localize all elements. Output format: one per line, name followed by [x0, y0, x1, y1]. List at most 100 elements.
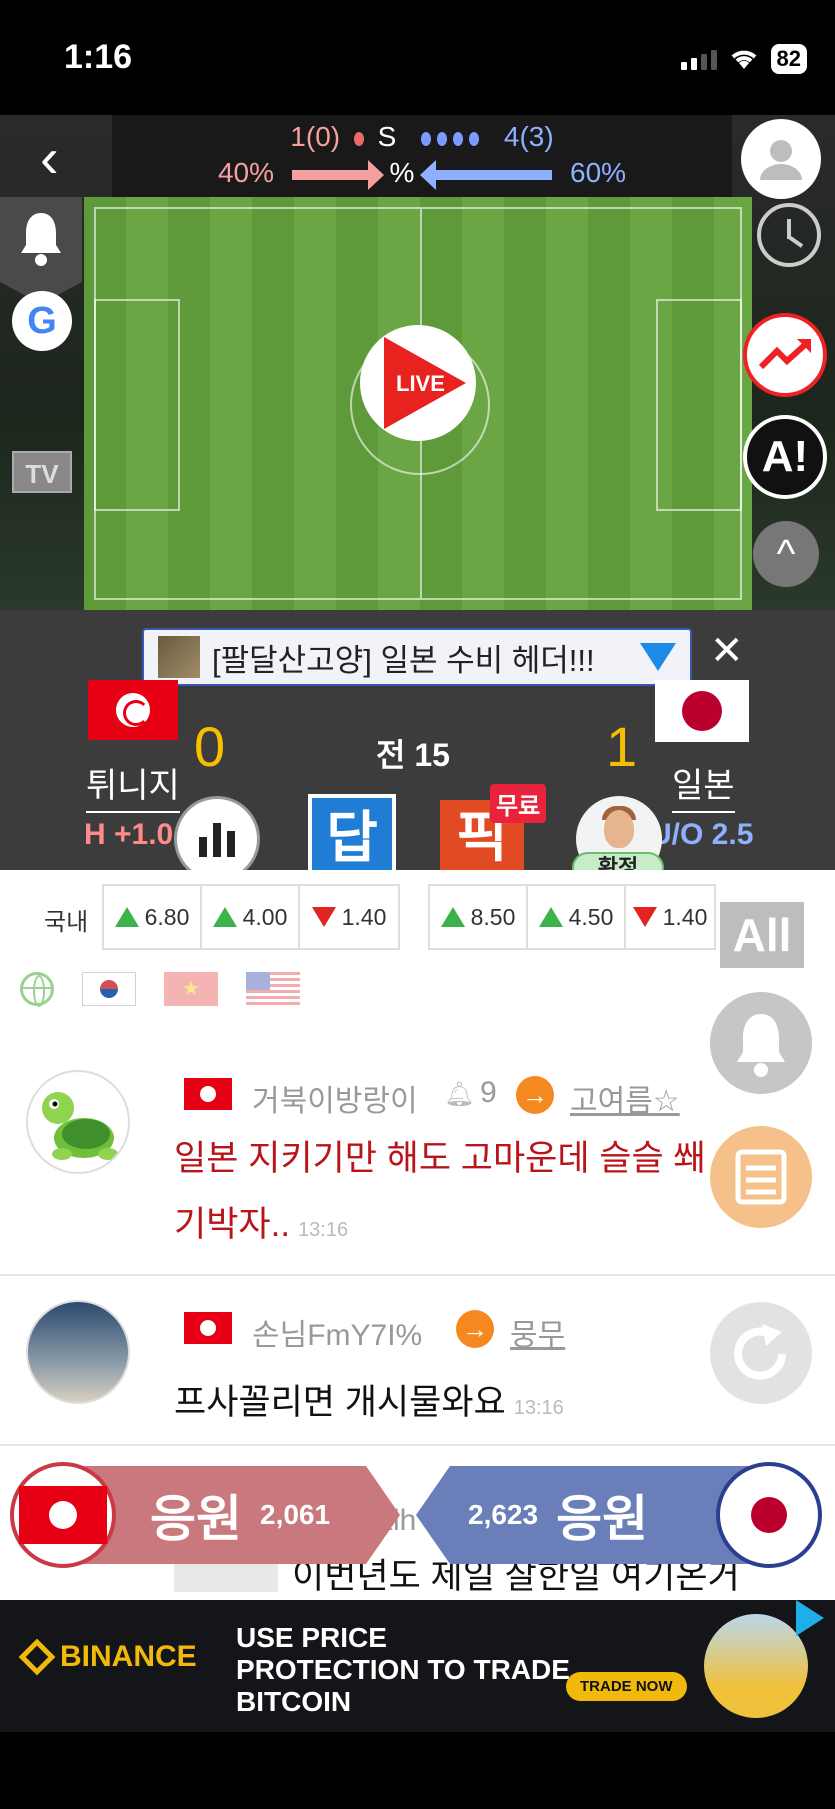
reply-arrow-icon: → — [456, 1310, 494, 1348]
odds-value: 8.50 — [470, 903, 516, 930]
match-stats-strip: 1(0) S 4(3) 40% % 60% — [112, 115, 732, 197]
all-button[interactable]: All — [720, 902, 804, 968]
avatar[interactable] — [26, 1300, 130, 1404]
away-cheer-flag[interactable] — [716, 1462, 822, 1568]
ad-headline: USE PRICE PROTECTION TO TRADE BITCOIN — [236, 1622, 570, 1717]
home-cheer-label: 응원 — [150, 1491, 242, 1547]
soccer-pitch: LIVE — [84, 197, 752, 610]
chevron-down-icon[interactable] — [640, 643, 676, 671]
away-possession: 60% — [570, 157, 627, 188]
match-panel: [팔달산고양] 일본 수비 헤더!!! ✕ 0 전 15 1 튀니지 일본 H … — [0, 610, 835, 884]
away-team-flag — [655, 680, 749, 742]
arrow-up-icon — [538, 907, 563, 927]
battery-indicator: 82 — [770, 44, 807, 74]
cheer-bar: 응원 2,061 2,623 응원 — [0, 1458, 835, 1570]
ticker-thumbnail — [158, 636, 200, 678]
ticker-text: [팔달산고양] 일본 수비 헤더!!! — [212, 642, 595, 678]
status-bar: 1:16 82 — [0, 0, 835, 115]
comment-author[interactable]: 손님FmY7I% — [252, 1310, 422, 1354]
away-team-name[interactable]: 일본 — [672, 758, 735, 813]
usa-flag-filter[interactable] — [246, 972, 300, 1006]
odds-cell[interactable]: 1.40 — [626, 886, 714, 948]
odds-cell[interactable]: 4.00 — [202, 886, 300, 948]
live-label: LIVE — [396, 371, 445, 396]
memo-fab[interactable] — [710, 1126, 812, 1228]
home-cheer-count: 2,061 — [260, 1499, 331, 1530]
ai-button[interactable]: A! — [743, 415, 827, 499]
ad-brand: BINANCE — [60, 1640, 197, 1673]
reply-arrow-icon: → — [516, 1076, 554, 1114]
home-team-name[interactable]: 튀니지 — [86, 758, 180, 813]
profile-avatar-button[interactable] — [741, 119, 821, 199]
away-score: 1 — [606, 715, 638, 778]
live-play-button[interactable]: LIVE — [360, 325, 476, 441]
play-icon: LIVE — [384, 337, 466, 429]
reply-target[interactable]: 고여름☆ — [570, 1076, 680, 1120]
away-shot-dot — [421, 131, 432, 146]
event-ticker[interactable]: [팔달산고양] 일본 수비 헤더!!! — [142, 628, 692, 686]
odds-value: 4.50 — [568, 903, 614, 930]
arrow-down-icon — [311, 907, 336, 927]
globe-icon[interactable] — [20, 972, 54, 1007]
free-badge: 무료 — [490, 784, 547, 823]
away-cheer-button[interactable]: 2,623 응원 — [416, 1466, 756, 1564]
odds-label: 국내 — [44, 909, 89, 936]
odds-row: 국내 6.80 4.00 1.40 8.50 4.50 1.40 해외 All — [0, 884, 835, 968]
trend-line-icon — [758, 339, 811, 370]
back-icon[interactable]: ‹ — [40, 130, 80, 190]
arrow-up-icon — [114, 907, 139, 927]
possession-label: % — [389, 157, 415, 188]
comment-text: 일본 지키기만 해도 고마운데 슬슬 쐐기박자.. — [174, 1139, 706, 1244]
live-view-area: ‹ 1(0) S 4(3) 40% % 60% LIVE G TV A! ^ — [0, 115, 835, 610]
signal-icon — [680, 48, 717, 70]
odds-cell[interactable]: 4.50 — [528, 886, 626, 948]
shots-label: S — [377, 121, 397, 152]
trend-icon[interactable] — [743, 313, 827, 397]
arrow-down-icon — [632, 907, 657, 927]
clock-icon[interactable] — [757, 203, 821, 267]
home-shot-dot — [353, 131, 364, 146]
bell-icon — [737, 1014, 785, 1077]
odds-cell[interactable]: 6.80 — [104, 886, 202, 948]
ad-choices-icon[interactable] — [796, 1600, 824, 1636]
odds-value: 1.40 — [662, 903, 708, 930]
penalty-box-left — [94, 299, 180, 511]
home-indicator-area — [0, 1732, 835, 1809]
refresh-fab[interactable] — [710, 1302, 812, 1404]
user-country-flag — [184, 1312, 232, 1344]
reply-target[interactable]: 뭉무 — [510, 1310, 565, 1354]
vietnam-flag-filter[interactable]: ★ — [164, 972, 218, 1006]
google-icon[interactable]: G — [12, 291, 72, 351]
comment-time: 13:16 — [513, 1397, 564, 1419]
comment-text: 프사꼴리면 개시물와요 — [174, 1383, 506, 1422]
ad-cta-button[interactable]: TRADE NOW — [566, 1672, 687, 1701]
tv-button[interactable]: TV — [12, 451, 72, 493]
user-country-flag — [184, 1078, 232, 1110]
status-time: 1:16 — [64, 38, 133, 76]
bell-icon: 🔔︎ — [444, 1081, 475, 1108]
odds-group-domestic-2: 8.50 4.50 1.40 — [428, 884, 716, 950]
odds-cell[interactable]: 8.50 — [430, 886, 528, 948]
chevron-up-icon[interactable]: ^ — [753, 521, 819, 587]
comment-author[interactable]: 거북이방랑이 — [252, 1076, 418, 1120]
close-icon[interactable]: ✕ — [710, 628, 744, 674]
home-possession-arrow — [291, 159, 384, 190]
home-score: 0 — [194, 715, 226, 778]
ad-banner[interactable]: BINANCE USE PRICE PROTECTION TO TRADE BI… — [0, 1600, 835, 1732]
shots-row: 1(0) S 4(3) — [112, 121, 732, 153]
notification-tab[interactable] — [0, 197, 82, 304]
away-cheer-count: 2,623 — [468, 1499, 539, 1530]
avatar[interactable] — [26, 1070, 130, 1174]
home-cheer-flag[interactable] — [10, 1462, 116, 1568]
away-shot-dot — [469, 131, 480, 146]
home-team-flag — [88, 680, 178, 740]
odds-cell[interactable]: 1.40 — [300, 886, 398, 948]
comment-body: 프사꼴리면 개시물와요 13:16 — [174, 1370, 734, 1441]
notification-fab[interactable] — [710, 992, 812, 1094]
answer-button[interactable]: 답 — [308, 794, 396, 874]
away-possession-arrow — [420, 159, 553, 190]
penalty-box-right — [656, 299, 742, 511]
arrow-up-icon — [212, 907, 237, 927]
ad-person-image — [704, 1614, 808, 1718]
korea-flag-filter[interactable] — [82, 972, 136, 1006]
